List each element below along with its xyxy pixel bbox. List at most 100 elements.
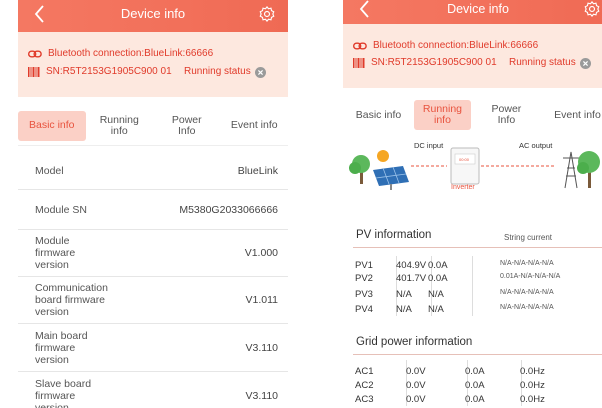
ac-voltage: 0.0V: [406, 380, 426, 391]
ac-output-label: AC output: [519, 141, 553, 150]
pv-current: N/A: [428, 304, 444, 315]
app-header: Device info: [18, 0, 288, 32]
pv-voltage: N/A: [396, 289, 412, 300]
page-title: Device info: [447, 2, 509, 16]
pv-section-title: PV information: [356, 229, 432, 241]
serial-number-row: SN:R5T2153G1905C900 01 Running status: [353, 57, 597, 69]
row-value: V3.110: [245, 389, 279, 402]
ac-current: 0.0A: [465, 394, 485, 405]
sun-icon: [377, 150, 389, 162]
pv-row: PV2 401.7V 0.0A 0.01A-N/A-N/A-N/A: [355, 273, 560, 284]
bluetooth-text: Bluetooth connection:BlueLink:66666: [48, 48, 214, 59]
info-row-module-sn: Module SN M5380G2033066666: [18, 190, 288, 230]
ac-name: AC3: [355, 394, 374, 405]
barcode-icon: [353, 58, 365, 68]
basic-info-screen: Device info Bluetooth connection:BlueLin…: [18, 0, 288, 408]
gear-icon[interactable]: [583, 0, 601, 18]
tab-running-info[interactable]: Running info: [414, 100, 471, 130]
grid-row: AC2 0.0V 0.0A 0.0Hz: [355, 380, 545, 391]
tab-basic-info[interactable]: Basic info: [343, 100, 414, 130]
pv-voltage: N/A: [396, 304, 412, 315]
dc-input-label: DC input: [414, 141, 444, 150]
ac-frequency: 0.0Hz: [520, 366, 545, 377]
pv-current: N/A: [428, 289, 444, 300]
energy-flow-diagram: 00:00 DC input AC output Inverter: [343, 138, 602, 198]
tab-running-info[interactable]: Running info: [86, 111, 154, 141]
pv-name: PV1: [355, 260, 373, 271]
tab-power-info[interactable]: Power Info: [471, 100, 542, 130]
tab-label: Running info: [422, 103, 463, 126]
grid-row: AC3 0.0V 0.0A 0.0Hz: [355, 394, 545, 405]
pv-current: 0.0A: [428, 260, 448, 271]
pv-row: PV3 N/A N/A N/A-N/A-N/A-N/A: [355, 289, 554, 300]
close-circle-icon[interactable]: [579, 58, 591, 69]
tab-label: Power Info: [491, 103, 522, 126]
row-label: Communication board firmware version: [35, 282, 108, 318]
info-row-model: Model BlueLink: [18, 152, 288, 190]
page-title: Device info: [120, 6, 186, 21]
info-row-slave-board-firmware: Slave board firmware version V3.110: [18, 372, 288, 408]
running-status[interactable]: Running status: [509, 57, 597, 69]
ac-name: AC1: [355, 366, 374, 377]
section-divider: [353, 354, 602, 355]
tab-label: Running info: [99, 113, 139, 137]
grid-section-title: Grid power information: [356, 336, 473, 348]
ac-name: AC2: [355, 380, 374, 391]
solar-panel-icon: [373, 166, 409, 190]
ac-frequency: 0.0Hz: [520, 394, 545, 405]
link-icon: [353, 42, 367, 50]
connection-banner: Bluetooth connection:BlueLink:66666 SN:R…: [18, 32, 288, 97]
row-label: Slave board firmware version: [35, 377, 92, 408]
ac-frequency: 0.0Hz: [520, 380, 545, 391]
tab-label: Power Info: [171, 113, 202, 137]
row-label: Model: [35, 164, 64, 177]
serial-number: SN:R5T2153G1905C900 01: [371, 57, 497, 68]
running-status-label: Running status: [509, 57, 576, 68]
row-value: BlueLink: [237, 164, 278, 177]
ac-current: 0.0A: [465, 366, 485, 377]
pv-name: PV2: [355, 273, 373, 284]
bluetooth-status: Bluetooth connection:BlueLink:66666: [353, 40, 538, 51]
grid-row: AC1 0.0V 0.0A 0.0Hz: [355, 366, 545, 377]
transmission-tower-icon: [563, 151, 579, 189]
tab-basic-info[interactable]: Basic info: [18, 110, 86, 141]
running-info-screen: Device info Bluetooth connection:BlueLin…: [343, 0, 602, 408]
row-label: Module SN: [35, 203, 87, 216]
pv-string-current: N/A-N/A-N/A-N/A: [500, 304, 554, 311]
pv-string-current: 0.01A-N/A-N/A-N/A: [500, 273, 561, 280]
row-label: Main board firmware version: [35, 329, 88, 366]
bluetooth-text: Bluetooth connection:BlueLink:66666: [373, 40, 539, 51]
inverter-icon: 00:00: [450, 147, 480, 185]
running-status-label: Running status: [184, 66, 251, 77]
svg-text:00:00: 00:00: [459, 157, 470, 162]
app-header: Device info: [343, 0, 602, 24]
tab-bar: Basic info Running info Power Info Event…: [343, 96, 602, 134]
row-value: V1.000: [244, 247, 278, 259]
tab-label: Event info: [554, 108, 601, 121]
string-current-label: String current: [504, 233, 553, 242]
pv-row: PV4 N/A N/A N/A-N/A-N/A-N/A: [355, 304, 554, 315]
running-status[interactable]: Running status: [184, 66, 272, 78]
info-row-main-board-firmware: Main board firmware version V3.110: [18, 324, 288, 372]
tab-event-info[interactable]: Event info: [542, 100, 602, 130]
bluetooth-status: Bluetooth connection:BlueLink:66666: [28, 48, 213, 59]
tab-power-info[interactable]: Power Info: [153, 111, 221, 141]
tab-label: Basic info: [355, 108, 402, 121]
pv-name: PV3: [355, 289, 373, 300]
gear-icon[interactable]: [258, 5, 276, 23]
tab-label: Basic info: [28, 119, 75, 131]
pv-voltage: 404.9V: [396, 260, 427, 271]
ac-voltage: 0.0V: [406, 366, 426, 377]
tab-label: Event info: [230, 119, 278, 131]
pv-current: 0.0A: [428, 273, 448, 284]
row-label: Module firmware version: [35, 235, 76, 271]
close-circle-icon[interactable]: [254, 67, 266, 78]
serial-number: SN:R5T2153G1905C900 01: [46, 66, 172, 77]
serial-number-row: SN:R5T2153G1905C900 01 Running status: [28, 66, 272, 78]
tab-bar: Basic info Running info Power Info Event…: [18, 106, 288, 146]
tab-event-info[interactable]: Event info: [221, 111, 289, 141]
section-divider: [353, 247, 602, 248]
tree-icon: [577, 151, 600, 188]
info-row-module-firmware: Module firmware version V1.000: [18, 230, 288, 277]
inverter-label: Inverter: [451, 184, 475, 191]
